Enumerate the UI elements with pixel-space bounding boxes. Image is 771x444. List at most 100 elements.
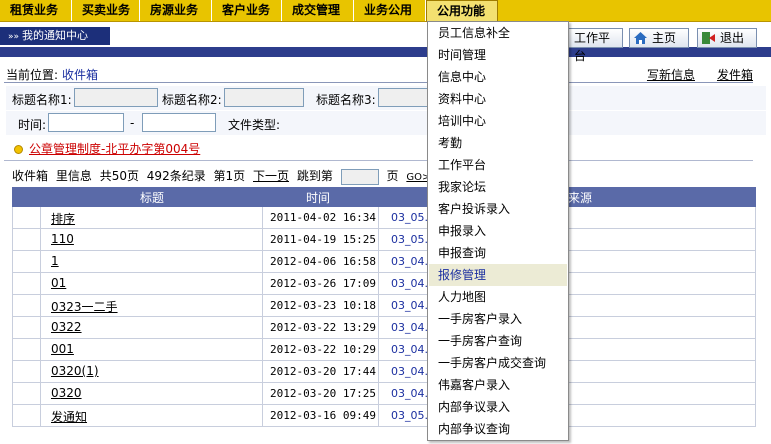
- row-title-link[interactable]: 0322: [51, 320, 82, 334]
- dropdown-item-employee-info[interactable]: 员工信息补全: [429, 22, 567, 44]
- row-title-link[interactable]: 发通知: [51, 408, 87, 425]
- row-title-link[interactable]: 0320: [51, 386, 82, 400]
- table-row: 发通知 2012-03-16 09:49 03_05.: [12, 405, 756, 427]
- table-row: 110 2011-04-19 15:25 03_05.: [12, 229, 756, 251]
- logout-icon: [702, 32, 715, 44]
- row-time: 2012-03-16 09:49: [262, 405, 376, 426]
- row-select[interactable]: [13, 339, 41, 360]
- row-source: 03_04.: [378, 339, 428, 360]
- dropdown-item-report-query[interactable]: 申报查询: [429, 242, 567, 264]
- table-header: 标题 时间 来源: [12, 187, 756, 207]
- dropdown-item-dispute-query[interactable]: 内部争议查询: [429, 418, 567, 440]
- row-select[interactable]: [13, 317, 41, 338]
- col-title: 标题: [140, 191, 165, 205]
- menu-deals[interactable]: 成交管理: [282, 0, 354, 21]
- menu-trade[interactable]: 买卖业务: [72, 0, 140, 21]
- row-title-link[interactable]: 0323一二手: [51, 298, 118, 315]
- row-source: 03_05.: [378, 207, 428, 228]
- outbox-link[interactable]: 发件箱: [717, 68, 753, 82]
- row-time: 2012-03-26 17:09: [262, 273, 376, 294]
- col-source: 来源: [568, 191, 593, 205]
- filetype-label: 文件类型:: [228, 118, 281, 132]
- page-title: »» 我的通知中心: [0, 27, 110, 45]
- row-title-link[interactable]: 0320(1): [51, 364, 99, 378]
- filter-row-titles: 标题名称1: 标题名称2: 标题名称3:: [6, 86, 766, 110]
- row-select[interactable]: [13, 361, 41, 382]
- dropdown-item-document-center[interactable]: 资料中心: [429, 88, 567, 110]
- row-source: 03_04.: [378, 383, 428, 404]
- home-icon: [634, 32, 647, 44]
- table-row: 排序 2011-04-02 16:34 03_05.: [12, 207, 756, 229]
- row-time: 2012-03-22 13:29: [262, 317, 376, 338]
- dropdown-item-hr-map[interactable]: 人力地图: [429, 286, 567, 308]
- breadcrumb: 当前位置: 收件箱: [6, 66, 98, 83]
- dropdown-item-new-home-client-entry[interactable]: 一手房客户录入: [429, 308, 567, 330]
- row-select[interactable]: [13, 229, 41, 250]
- dropdown-item-complaint-entry[interactable]: 客户投诉录入: [429, 198, 567, 220]
- row-title-link[interactable]: 排序: [51, 210, 75, 227]
- dropdown-item-new-home-deal-query[interactable]: 一手房客户成交查询: [429, 352, 567, 374]
- time-label: 时间:: [18, 118, 47, 132]
- row-time: 2012-04-06 16:58: [262, 251, 376, 272]
- row-source: 03_05.: [378, 229, 428, 250]
- notice-line: 公章管理制度-北平办字第004号: [14, 140, 200, 157]
- row-select[interactable]: [13, 207, 41, 228]
- row-source: 03_04.: [378, 317, 428, 338]
- workbench-label: 工作平台: [574, 31, 611, 63]
- title2-input[interactable]: [224, 88, 304, 107]
- pager-current: 第1页: [213, 169, 246, 183]
- notice-link[interactable]: 公章管理制度-北平办字第004号: [29, 142, 200, 156]
- row-time: 2012-03-20 17:25: [262, 383, 376, 404]
- row-select[interactable]: [13, 295, 41, 316]
- dropdown-item-repair-management[interactable]: 报修管理: [429, 264, 567, 286]
- filter-row-time: 时间: - 文件类型:: [6, 111, 766, 135]
- row-title-link[interactable]: 001: [51, 342, 74, 356]
- dropdown-item-report-entry[interactable]: 申报录入: [429, 220, 567, 242]
- title1-input[interactable]: [74, 88, 158, 107]
- pager-records: 492条纪录: [146, 169, 206, 183]
- row-title-link[interactable]: 110: [51, 232, 74, 246]
- row-source: 03_04.: [378, 295, 428, 316]
- compose-link[interactable]: 写新信息: [647, 68, 695, 82]
- divider: [4, 160, 753, 161]
- row-select[interactable]: [13, 273, 41, 294]
- pager-total-pages: 共50页: [99, 169, 139, 183]
- home-label: 主页: [652, 31, 677, 45]
- pager-page-input[interactable]: [340, 168, 379, 185]
- dropdown-item-attendance[interactable]: 考勤: [429, 132, 567, 154]
- dropdown-item-new-home-client-query[interactable]: 一手房客户查询: [429, 330, 567, 352]
- time-end-input[interactable]: [142, 113, 216, 132]
- menu-customer[interactable]: 客户业务: [212, 0, 282, 21]
- common-functions-dropdown: 员工信息补全 时间管理 信息中心 资料中心 培训中心 考勤 工作平台 我家论坛 …: [427, 21, 569, 441]
- dropdown-item-weijia-client-entry[interactable]: 伟嘉客户录入: [429, 374, 567, 396]
- menu-business-common[interactable]: 业务公用: [354, 0, 426, 21]
- time-start-input[interactable]: [48, 113, 124, 132]
- row-select[interactable]: [13, 251, 41, 272]
- mail-links: 写新信息 发件箱: [625, 66, 753, 83]
- logout-button[interactable]: 退出: [697, 28, 757, 48]
- row-source: 03_04.: [378, 251, 428, 272]
- pager-next-link[interactable]: 下一页: [253, 169, 289, 183]
- menu-common-functions[interactable]: 公用功能: [426, 0, 498, 22]
- title3-input[interactable]: [378, 88, 428, 107]
- top-menu-bar: 租赁业务 买卖业务 房源业务 客户业务 成交管理 业务公用 公用功能: [0, 0, 771, 22]
- row-time: 2011-04-02 16:34: [262, 207, 376, 228]
- table-row: 0323一二手 2012-03-23 10:18 03_04.: [12, 295, 756, 317]
- dropdown-item-time-management[interactable]: 时间管理: [429, 44, 567, 66]
- title3-label: 标题名称3:: [316, 93, 376, 107]
- menu-rental[interactable]: 租赁业务: [0, 0, 72, 21]
- row-title-link[interactable]: 1: [51, 254, 59, 268]
- dropdown-item-message-center[interactable]: 信息中心: [429, 66, 567, 88]
- dropdown-item-dispute-entry[interactable]: 内部争议录入: [429, 396, 567, 418]
- dropdown-item-training-center[interactable]: 培训中心: [429, 110, 567, 132]
- home-button[interactable]: 主页: [629, 28, 689, 48]
- pager: 收件箱 里信息 共50页 492条纪录 第1页 下一页 跳到第 页 GO>>: [12, 167, 443, 185]
- dropdown-item-workbench[interactable]: 工作平台: [429, 154, 567, 176]
- table-row: 0322 2012-03-22 13:29 03_04.: [12, 317, 756, 339]
- title2-label: 标题名称2:: [162, 93, 222, 107]
- dropdown-item-forum[interactable]: 我家论坛: [429, 176, 567, 198]
- row-select[interactable]: [13, 405, 41, 426]
- row-title-link[interactable]: 01: [51, 276, 66, 290]
- menu-listing[interactable]: 房源业务: [140, 0, 212, 21]
- row-select[interactable]: [13, 383, 41, 404]
